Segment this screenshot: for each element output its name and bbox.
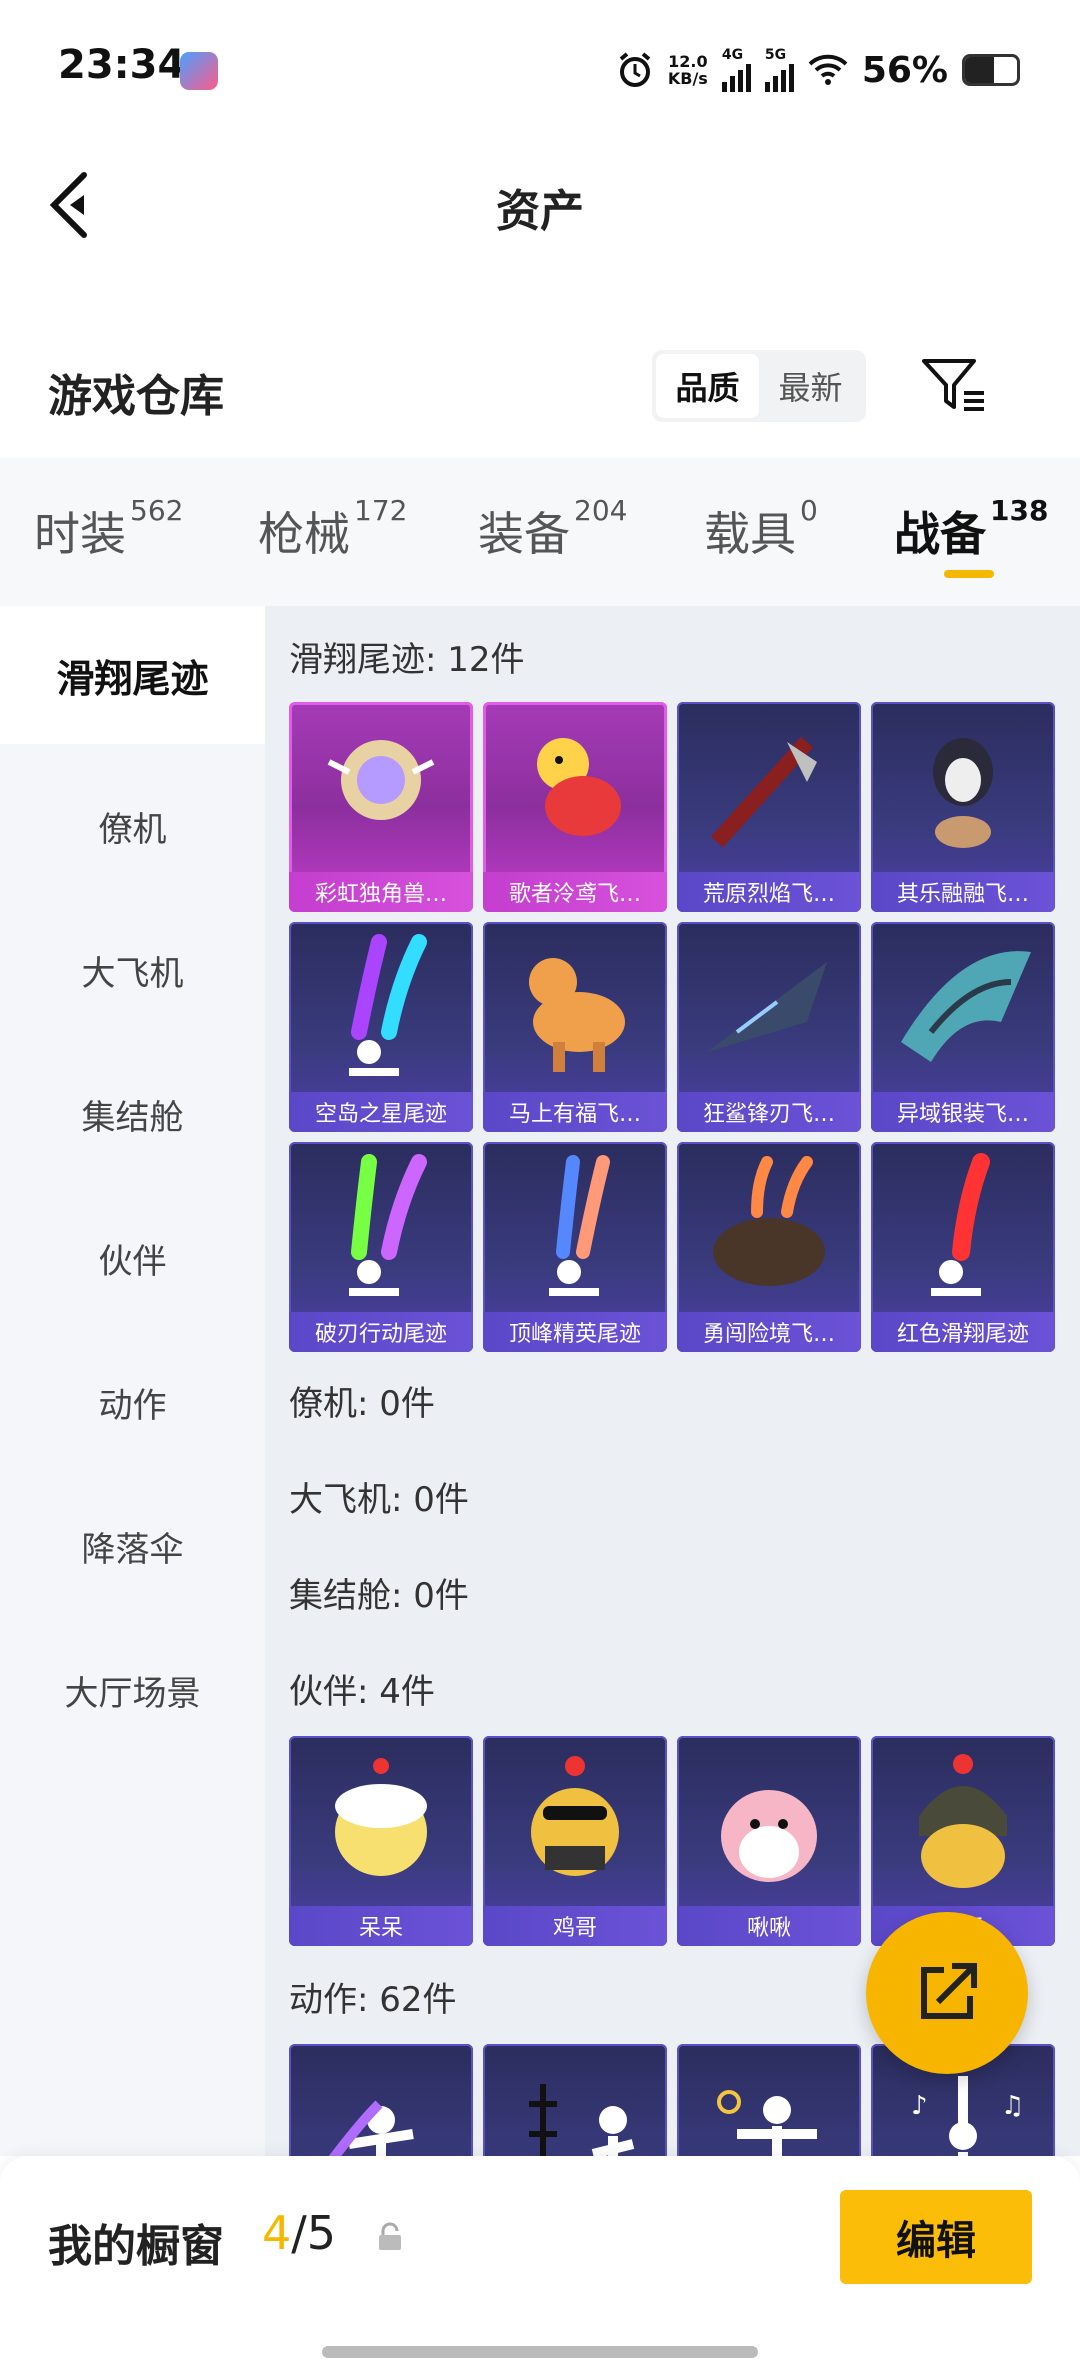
penguin-trail-icon — [933, 738, 993, 848]
sidebar-item-plane[interactable]: 大飞机 — [0, 946, 265, 995]
filter-icon[interactable] — [920, 355, 988, 415]
signal-5g-icon: 5G — [764, 48, 794, 92]
sidebar-item-parachute[interactable]: 降落伞 — [0, 1522, 265, 1571]
lock-icon — [379, 2222, 401, 2250]
app-notification-icon — [180, 52, 218, 90]
sort-quality-button[interactable]: 品质 — [656, 354, 759, 418]
item-card[interactable]: 彩虹独角兽… — [289, 702, 473, 912]
item-card[interactable]: 荒原烈焰飞… — [677, 702, 861, 912]
shark-trail-icon — [707, 962, 827, 1052]
item-card[interactable]: 狂鲨锋刃飞… — [677, 922, 861, 1132]
chick-brother-icon — [531, 1756, 619, 1876]
item-card[interactable]: 啾啾 — [677, 1736, 861, 1946]
item-card[interactable]: 马上有福飞… — [483, 922, 667, 1132]
svg-text:♪: ♪ — [911, 2091, 928, 2121]
showcase-label: 我的橱窗 — [48, 2221, 224, 2272]
status-time: 23:34 — [58, 42, 186, 88]
page-title: 资产 — [496, 186, 584, 237]
item-card[interactable]: 顶峰精英尾迹 — [483, 1142, 667, 1352]
showcase-count: 4/5 — [262, 2206, 337, 2260]
bird-trail-icon — [537, 738, 621, 836]
item-card[interactable] — [289, 2044, 473, 2156]
item-card[interactable] — [677, 2044, 861, 2156]
sidebar-item-wingman[interactable]: 僚机 — [0, 802, 265, 851]
bird-jiujiu-icon — [721, 1790, 817, 1882]
status-icons: 12.0 KB/s 4G 5G 56% — [616, 40, 1080, 100]
category-tabs: 时装 562 枪械 172 装备 204 载具 0 战备 138 — [0, 458, 1080, 606]
signal-4g-icon: 4G — [721, 48, 751, 92]
tab-equipment[interactable]: 装备 204 — [478, 494, 627, 564]
tab-vehicles[interactable]: 载具 0 — [704, 494, 818, 564]
section-label-pod: 集结舱: 0件 — [289, 1576, 469, 1616]
horse-trail-icon — [529, 958, 625, 1072]
item-card[interactable]: 空岛之星尾迹 — [289, 922, 473, 1132]
dance-emote-icon — [328, 2100, 414, 2156]
item-card[interactable]: 异域银装飞… — [871, 922, 1055, 1132]
section-label-plane: 大飞机: 0件 — [289, 1480, 469, 1520]
share-button[interactable] — [866, 1912, 1028, 2074]
alarm-icon — [619, 52, 651, 87]
item-card[interactable]: 红色滑翔尾迹 — [871, 1142, 1055, 1352]
svg-text:♫: ♫ — [1001, 2091, 1024, 2121]
edit-button[interactable]: 编辑 — [840, 2190, 1032, 2284]
sidebar-item-emote[interactable]: 动作 — [0, 1378, 265, 1427]
red-smoke-trail-icon — [931, 1153, 990, 1296]
sidebar-item-partner[interactable]: 伙伴 — [0, 1234, 265, 1283]
wifi-icon — [808, 54, 848, 85]
chick-dai-icon — [335, 1758, 427, 1876]
active-tab-indicator — [944, 570, 994, 578]
flame-trail-icon — [711, 736, 817, 848]
sort-toggle: 品质 最新 — [652, 350, 866, 422]
elite-smoke-trail-icon — [549, 1155, 610, 1296]
flute-emote-icon — [717, 2090, 817, 2156]
rainbow-smoke-trail-icon — [349, 1154, 427, 1296]
wing-trail-icon — [901, 951, 1031, 1062]
item-card[interactable]: 破刃行动尾迹 — [289, 1142, 473, 1352]
net-speed: 12.0 KB/s — [667, 52, 708, 88]
calligraphy-emote-icon — [529, 2084, 635, 2156]
sidebar-item-glide-trail[interactable]: 滑翔尾迹 — [0, 606, 265, 744]
sidebar-item-pod[interactable]: 集结舱 — [0, 1090, 265, 1139]
share-icon — [921, 1963, 977, 2019]
section-label-emote: 动作: 62件 — [289, 1980, 457, 2020]
unicorn-trail-icon — [327, 740, 435, 820]
showcase-bar: 我的橱窗 4/5 编辑 — [0, 2156, 1080, 2375]
tab-fashion[interactable]: 时装 562 — [34, 494, 183, 564]
section-label-wingman: 僚机: 0件 — [289, 1384, 435, 1424]
helmet-chick-icon — [919, 1754, 1007, 1888]
item-card[interactable]: 其乐融融飞… — [871, 702, 1055, 912]
smoke-trail-icon — [349, 934, 427, 1076]
item-card[interactable]: 鸡哥 — [483, 1736, 667, 1946]
section-label-glide: 滑翔尾迹: 12件 — [289, 640, 525, 680]
section-label-partner: 伙伴: 4件 — [289, 1672, 435, 1712]
tab-guns[interactable]: 枪械 172 — [258, 494, 407, 564]
section-heading: 游戏仓库 — [48, 371, 224, 422]
sidebar: 滑翔尾迹 僚机 大飞机 集结舱 伙伴 动作 降落伞 大厅场景 — [0, 606, 265, 2156]
item-card[interactable]: 歌者泠鸢飞… — [483, 702, 667, 912]
battery-icon — [962, 54, 1020, 86]
adventure-trail-icon — [713, 1156, 825, 1286]
sidebar-item-lobby[interactable]: 大厅场景 — [0, 1666, 265, 1715]
item-card[interactable] — [483, 2044, 667, 2156]
home-indicator[interactable] — [322, 2346, 758, 2358]
item-card[interactable]: 勇闯险境飞… — [677, 1142, 861, 1352]
battery-percent: 56% — [861, 49, 948, 91]
sort-latest-button[interactable]: 最新 — [759, 354, 862, 418]
status-bar: 23:34 12.0 KB/s 4G 5G 56% — [0, 0, 1080, 140]
item-card[interactable]: 呆呆 — [289, 1736, 473, 1946]
tab-battle-gear[interactable]: 战备 138 — [894, 494, 1048, 564]
